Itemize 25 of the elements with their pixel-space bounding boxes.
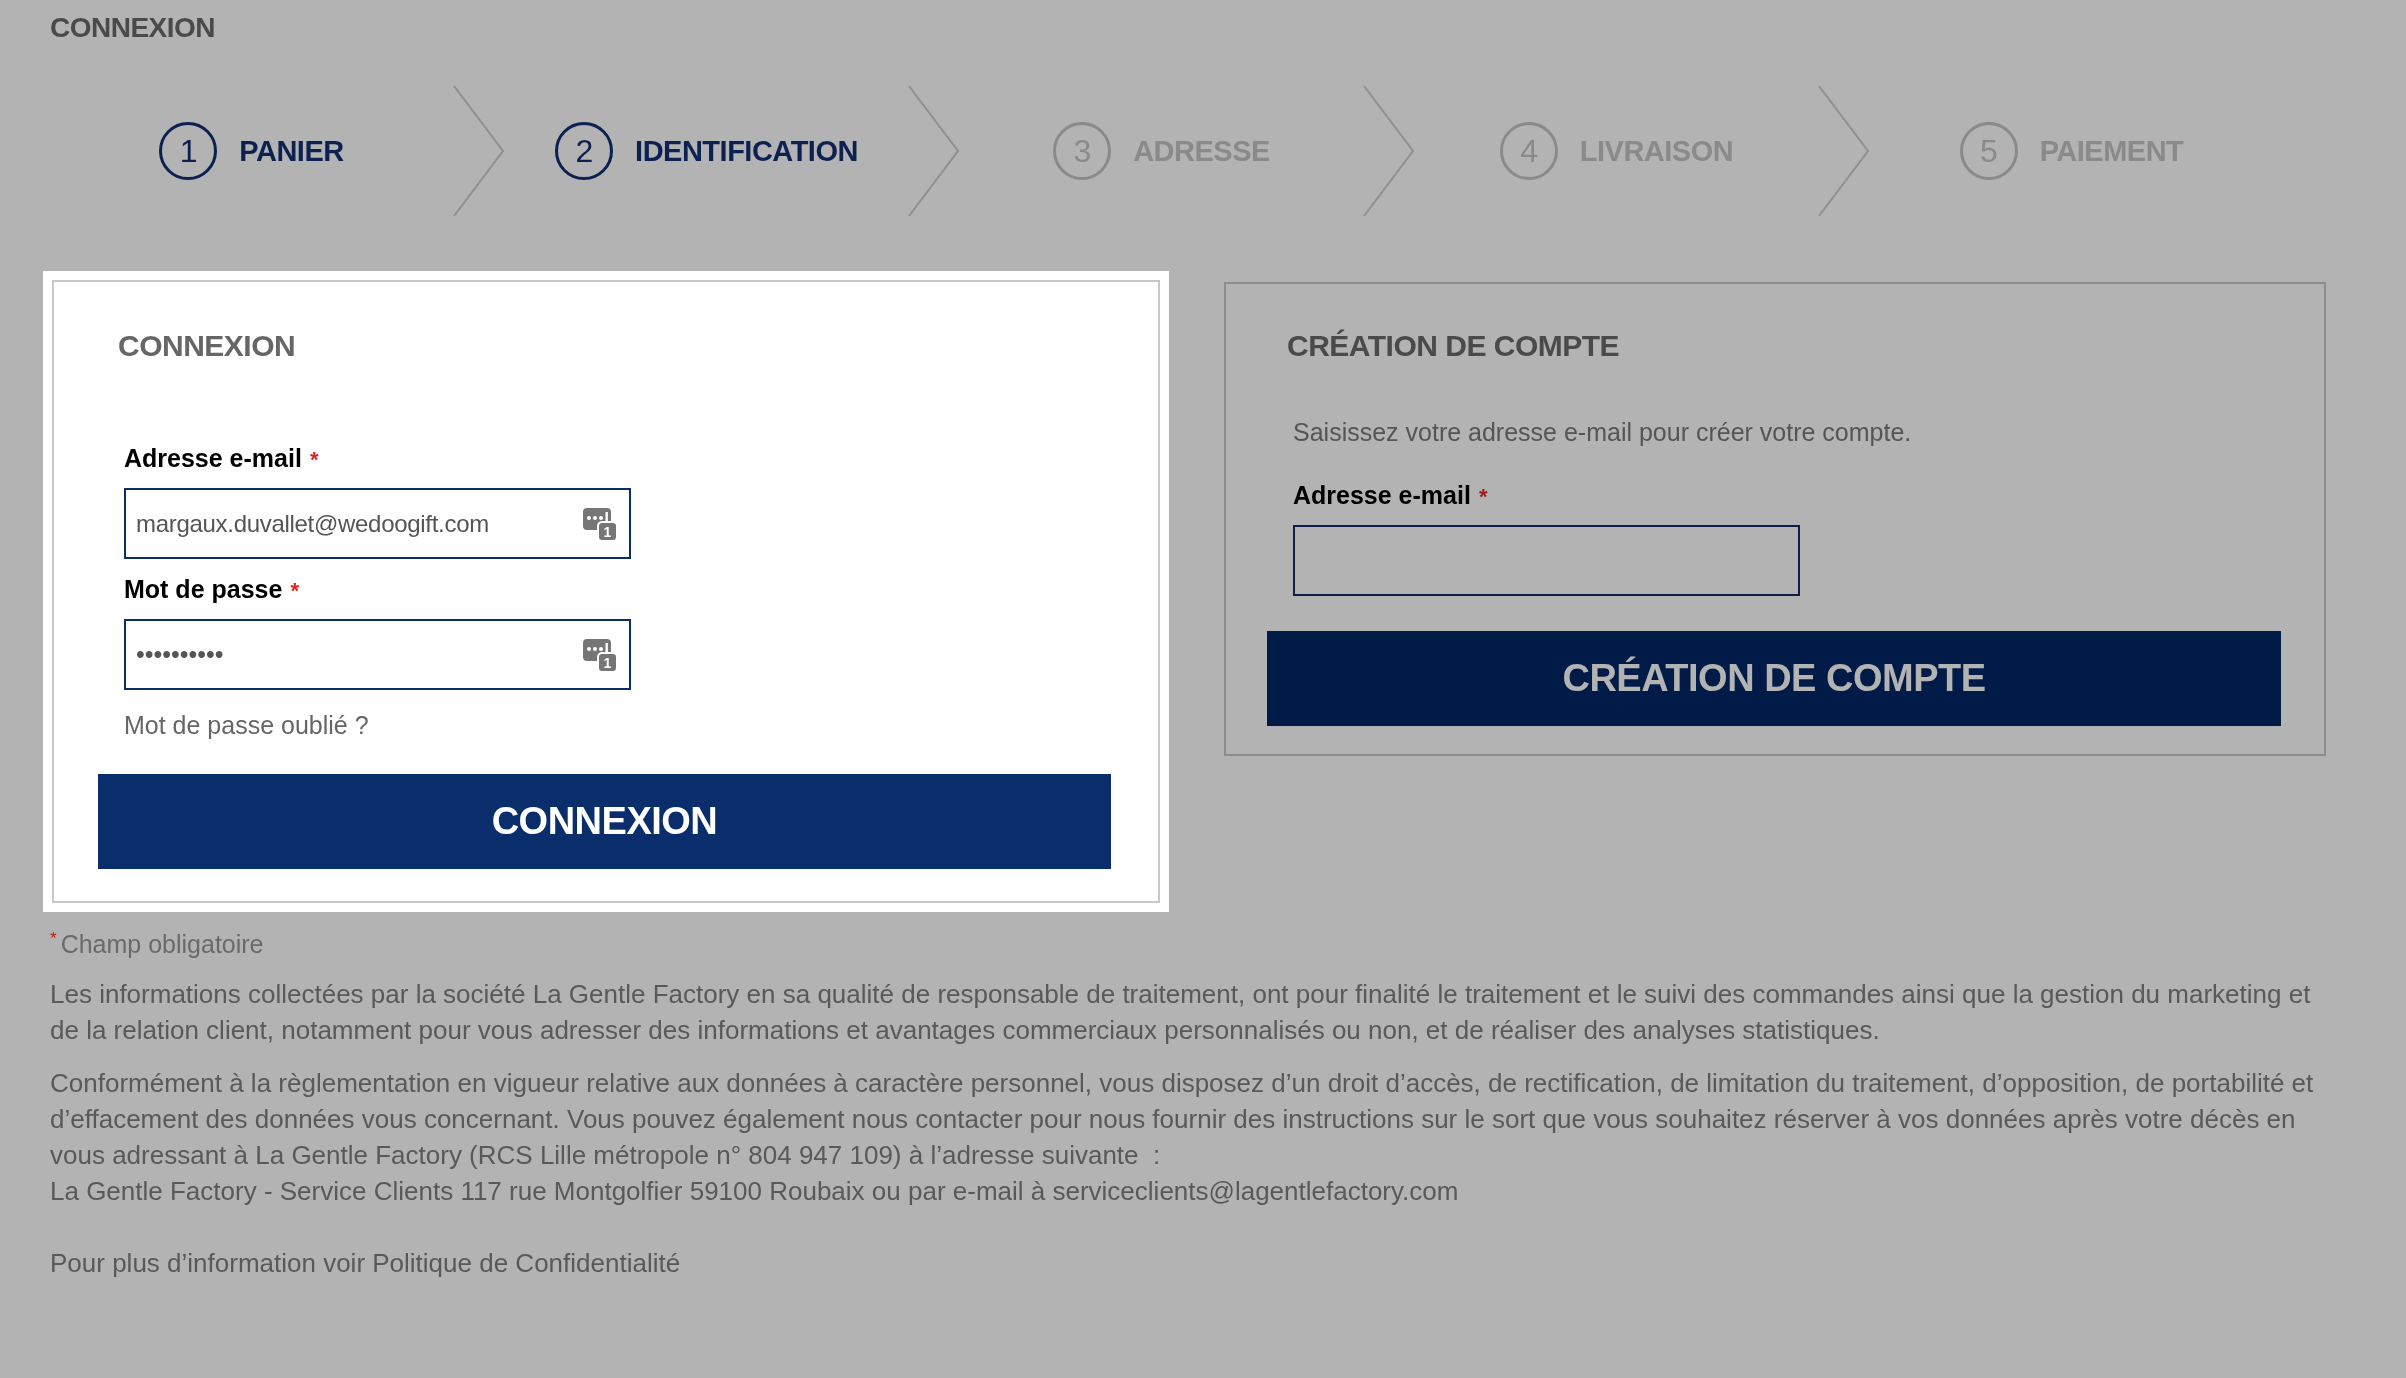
field-label: Adresse e-mail — [124, 443, 302, 473]
legal-paragraph: Conformément à la règlementation en vigueur relative aux données à caractère personnel, vous disposez d’un droit d’accès, de rectification, de limitation du traitement, d’opposition, de portabilité et d’effacement des données vous concernant. Vous pouvez également nous contacter pour nous fournir des instructions sur le sort que vous souhaitez réserver à vos données après votre décès en vous adressant à La Gentle Factory (RCS Lille métropole n° 804 947 109) à l’adresse suivante : La Gentle Factory - Service Clients 117 rue Montgolfier 59100 Roubaix ou par e-mail à serviceclients@lagentlefactory.com — [50, 1067, 2315, 1208]
required-mark: * — [1478, 483, 1488, 511]
password-field[interactable]: •••••••••• 1 — [124, 619, 631, 690]
email-field[interactable]: margaux.duvallet@wedoogift.com 1 — [124, 488, 631, 559]
privacy-note: Pour plus d’information voir Politique de Confidentialité — [50, 1247, 681, 1280]
step-label: PANIER — [239, 134, 344, 169]
required-mark: * — [309, 446, 319, 474]
step-number: 2 — [555, 122, 614, 180]
page-title: CONNEXION — [50, 11, 216, 45]
step-number: 1 — [159, 122, 218, 180]
login-button[interactable]: CONNEXION — [98, 774, 1111, 869]
card-title: CRÉATION DE COMPTE — [1287, 328, 1620, 364]
step-label: IDENTIFICATION — [635, 134, 858, 169]
field-label: Mot de passe — [124, 574, 283, 604]
email-field[interactable] — [1293, 525, 1800, 596]
create-account-button[interactable]: CRÉATION DE COMPTE — [1267, 631, 2281, 726]
field-label: Adresse e-mail — [1293, 480, 1471, 510]
required-mark: * — [290, 577, 299, 605]
required-note: Champ obligatoire — [60, 929, 264, 959]
required-mark: * — [50, 929, 57, 949]
forgot-password-link[interactable]: Mot de passe oublié ? — [124, 710, 369, 740]
legal-paragraph: Les informations collectées par la société La Gentle Factory en sa qualité de responsable de traitement, ont pour finalité le traitement et le suivi des commandes ainsi que la gestion du marketing et de la relation client, notamment pour vous adresser des informations et avantages commerciaux personnalisés ou non, et de réaliser des analyses statistiques. — [50, 978, 2312, 1047]
card-title: CONNEXION — [118, 328, 296, 364]
intro-text: Saisissez votre adresse e-mail pour créer votre compte. — [1293, 417, 1912, 447]
